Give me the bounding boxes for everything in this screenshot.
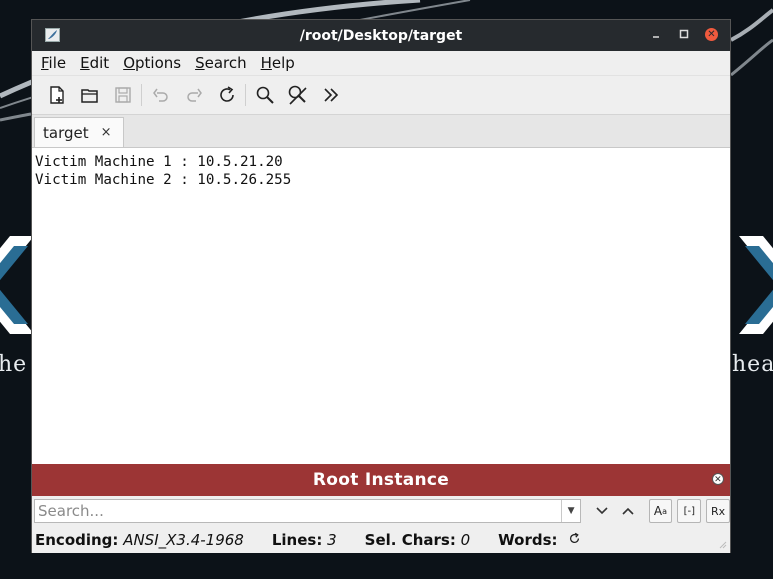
tab-close-icon[interactable]: × xyxy=(101,125,112,140)
search-combo: ▼ xyxy=(34,499,582,523)
status-bar: Encoding: ANSI_X3.4-1968 Lines: 3 Sel. C… xyxy=(32,526,730,553)
undo-button[interactable] xyxy=(144,80,177,110)
app-icon[interactable] xyxy=(45,28,60,42)
words-status: Words: xyxy=(498,531,581,549)
close-icon: ✕ xyxy=(714,475,722,485)
find-replace-button[interactable] xyxy=(281,80,314,110)
lines-label: Lines: xyxy=(271,530,323,549)
find-previous-button[interactable] xyxy=(615,499,641,523)
menu-bar: File Edit Options Search Help xyxy=(32,51,730,75)
wallpaper-chevron-right xyxy=(739,236,773,334)
encoding-status: Encoding: ANSI_X3.4-1968 xyxy=(35,531,244,549)
reload-icon xyxy=(570,532,580,543)
undo-icon xyxy=(152,88,168,102)
chevron-down-icon xyxy=(596,507,608,515)
open-file-icon xyxy=(80,89,98,103)
regex-toggle[interactable]: Rx xyxy=(706,499,730,523)
maximize-icon xyxy=(679,29,689,39)
editor-window: /root/Desktop/target ✕ File Edit Options… xyxy=(31,19,731,553)
lines-value: 3 xyxy=(327,530,337,549)
words-label: Words: xyxy=(498,530,558,549)
menu-options[interactable]: Options xyxy=(116,54,188,72)
selchars-label: Sel. Chars: xyxy=(364,530,456,549)
encoding-value: ANSI_X3.4-1968 xyxy=(123,530,244,549)
save-file-icon xyxy=(114,87,131,103)
regex-icon: Rx xyxy=(711,504,726,518)
resize-grip-icon[interactable] xyxy=(717,539,727,549)
toolbar xyxy=(32,75,730,114)
new-file-button[interactable] xyxy=(40,80,73,110)
more-tools-button[interactable] xyxy=(314,80,347,110)
reload-icon xyxy=(219,86,234,102)
root-instance-label: Root Instance xyxy=(312,470,450,490)
minimize-icon xyxy=(653,36,659,38)
title-bar[interactable]: /root/Desktop/target ✕ xyxy=(32,20,730,51)
toolbar-separator xyxy=(245,84,246,106)
chevron-down-icon: ▼ xyxy=(567,506,575,516)
replace-icon xyxy=(288,85,307,105)
tab-label: target xyxy=(43,123,89,142)
more-icon xyxy=(323,88,338,102)
menu-help[interactable]: Help xyxy=(254,54,302,72)
close-window-button[interactable]: ✕ xyxy=(705,27,718,41)
encoding-label: Encoding: xyxy=(35,530,119,549)
close-icon: ✕ xyxy=(707,28,716,40)
redo-icon xyxy=(186,88,202,102)
search-icon xyxy=(256,86,274,104)
toolbar-separator xyxy=(141,84,142,106)
open-file-button[interactable] xyxy=(73,80,106,110)
save-file-button[interactable] xyxy=(106,80,139,110)
redo-button[interactable] xyxy=(177,80,210,110)
match-case-icon: A xyxy=(653,504,663,518)
whole-word-toggle[interactable]: [-] xyxy=(677,499,702,523)
selchars-value: 0 xyxy=(460,530,471,549)
find-button[interactable] xyxy=(248,80,281,110)
menu-search[interactable]: Search xyxy=(188,54,254,72)
lines-status: Lines: 3 xyxy=(272,531,337,549)
search-history-dropdown[interactable]: ▼ xyxy=(561,500,580,522)
maximize-button[interactable] xyxy=(677,26,691,42)
window-title: /root/Desktop/target xyxy=(299,27,463,44)
match-case-toggle[interactable]: Aa xyxy=(648,499,673,523)
feather-icon xyxy=(48,30,57,39)
root-instance-banner: Root Instance ✕ xyxy=(32,464,730,496)
banner-close-button[interactable]: ✕ xyxy=(712,473,724,485)
whole-word-icon: [-] xyxy=(683,505,695,517)
editor-line: Victim Machine 2 : 10.5.26.255 xyxy=(35,172,292,188)
wallpaper-text-left: he xyxy=(0,352,28,377)
tab-target[interactable]: target × xyxy=(34,117,124,147)
menu-file[interactable]: File xyxy=(34,54,73,72)
tab-bar: target × xyxy=(32,114,730,148)
search-bar: ▼ Aa [-] Rx xyxy=(32,496,730,526)
text-editor[interactable]: Victim Machine 1 : 10.5.21.20 Victim Mac… xyxy=(32,148,730,464)
wallpaper-text-right: hea xyxy=(732,352,773,377)
minimize-button[interactable] xyxy=(649,26,663,42)
new-file-icon xyxy=(49,86,64,104)
selchars-status: Sel. Chars: 0 xyxy=(365,531,471,549)
wallpaper-chevron-left xyxy=(0,236,34,334)
find-next-button[interactable] xyxy=(589,499,615,523)
chevron-up-icon xyxy=(622,507,634,515)
refresh-words-button[interactable] xyxy=(568,531,581,549)
menu-edit[interactable]: Edit xyxy=(73,54,116,72)
search-input[interactable] xyxy=(35,500,562,522)
reload-button[interactable] xyxy=(210,80,243,110)
editor-line: Victim Machine 1 : 10.5.21.20 xyxy=(35,154,283,170)
